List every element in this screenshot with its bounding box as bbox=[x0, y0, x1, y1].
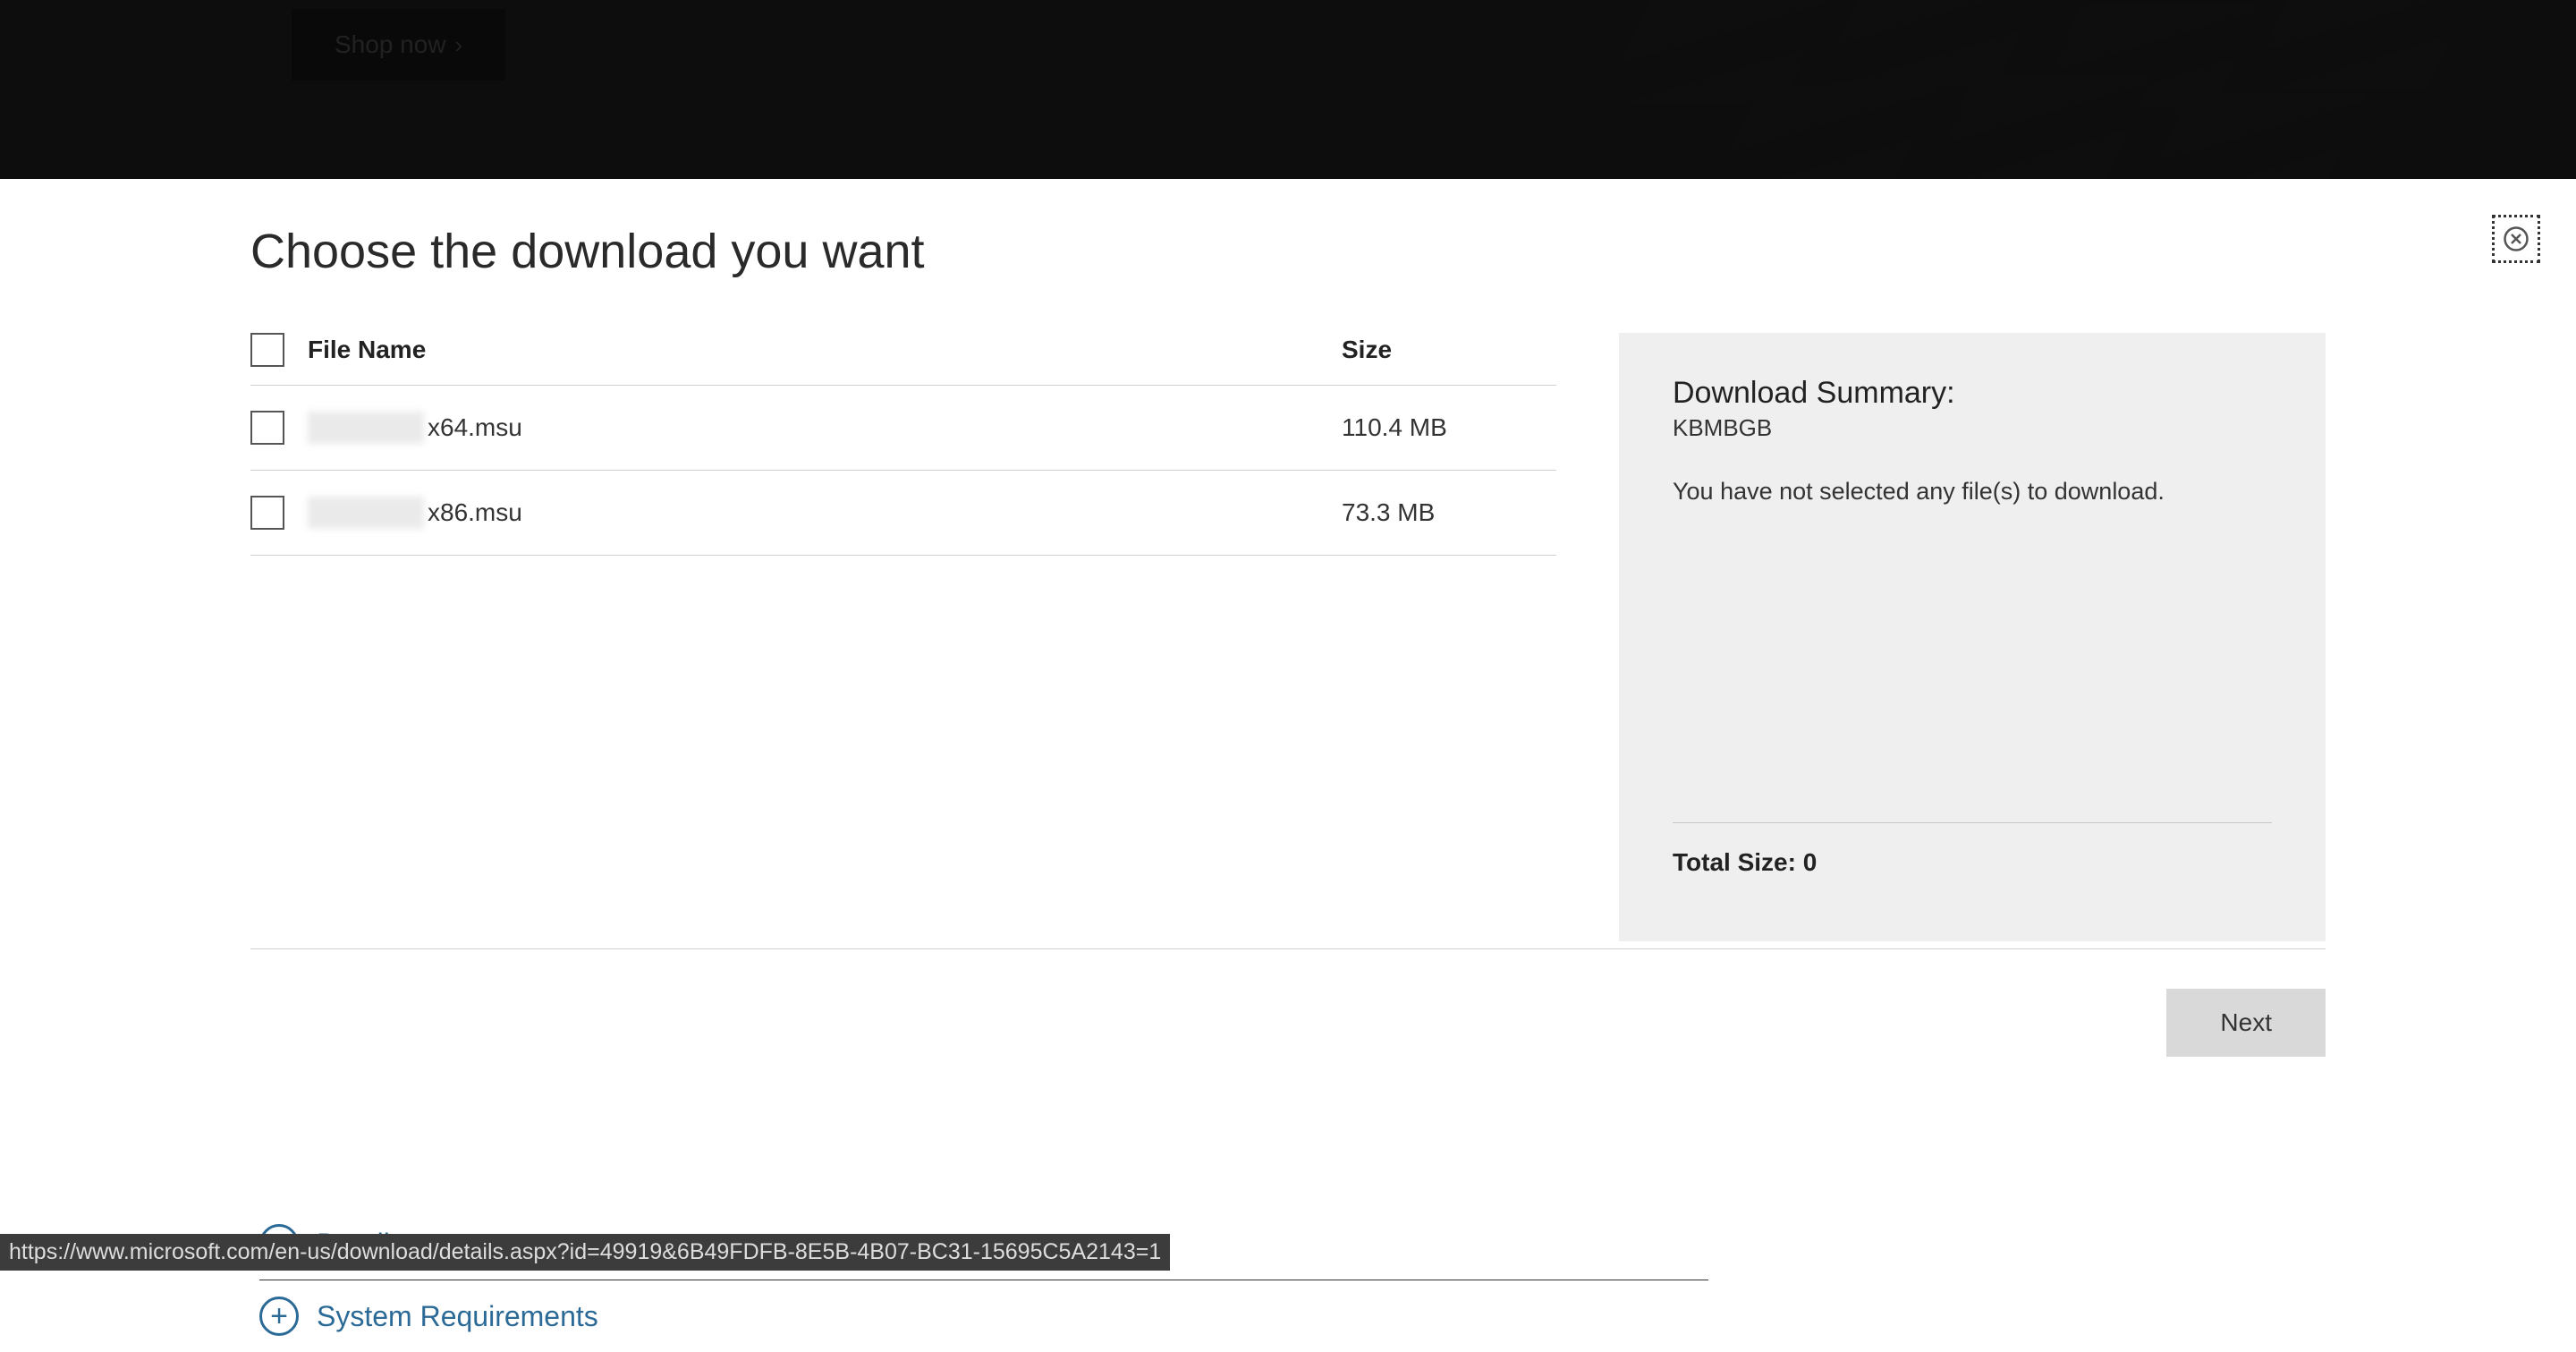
close-icon bbox=[2503, 225, 2529, 252]
column-size: Size bbox=[1342, 336, 1556, 364]
table-row: x86.msu 73.3 MB bbox=[250, 471, 1556, 556]
summary-total: Total Size: 0 bbox=[1673, 848, 2272, 898]
summary-divider bbox=[1673, 822, 2272, 823]
download-chooser-modal: Choose the download you want File Name S… bbox=[0, 179, 2576, 1093]
modal-title: Choose the download you want bbox=[250, 224, 2326, 279]
shop-now-label: Shop now bbox=[335, 30, 446, 59]
hero-banner-dark: Shop now › bbox=[0, 0, 2576, 179]
select-all-checkbox[interactable] bbox=[250, 333, 284, 367]
filename-suffix: x86.msu bbox=[428, 498, 522, 527]
shop-now-button[interactable]: Shop now › bbox=[292, 9, 505, 81]
chevron-right-icon: › bbox=[455, 31, 463, 59]
file-checkbox[interactable] bbox=[250, 411, 284, 445]
file-checkbox[interactable] bbox=[250, 496, 284, 530]
redacted-filename-part bbox=[308, 412, 424, 444]
summary-subtitle: KBMBGB bbox=[1673, 414, 2272, 442]
table-header-row: File Name Size bbox=[250, 333, 1556, 386]
download-summary-panel: Download Summary: KBMBGB You have not se… bbox=[1619, 333, 2326, 941]
sysreq-expander[interactable]: + System Requirements bbox=[259, 1280, 1708, 1352]
sysreq-label: System Requirements bbox=[317, 1300, 598, 1333]
close-button[interactable] bbox=[2492, 215, 2540, 263]
redacted-filename-part bbox=[308, 497, 424, 529]
summary-message: You have not selected any file(s) to dow… bbox=[1673, 478, 2272, 506]
summary-title: Download Summary: bbox=[1673, 376, 2272, 411]
filename-cell: x86.msu bbox=[308, 497, 1342, 529]
plus-circle-icon: + bbox=[259, 1297, 299, 1336]
table-row: x64.msu 110.4 MB bbox=[250, 386, 1556, 471]
hero-laptop-graphics bbox=[1592, 0, 2487, 179]
filename-cell: x64.msu bbox=[308, 412, 1342, 444]
filename-suffix: x64.msu bbox=[428, 413, 522, 442]
browser-status-bar: https://www.microsoft.com/en-us/download… bbox=[0, 1234, 1170, 1271]
size-cell: 73.3 MB bbox=[1342, 498, 1556, 527]
next-button[interactable]: Next bbox=[2166, 989, 2326, 1057]
column-filename: File Name bbox=[308, 336, 1342, 364]
file-table: File Name Size x64.msu 110.4 MB x86.m bbox=[250, 333, 1556, 941]
size-cell: 110.4 MB bbox=[1342, 413, 1556, 442]
